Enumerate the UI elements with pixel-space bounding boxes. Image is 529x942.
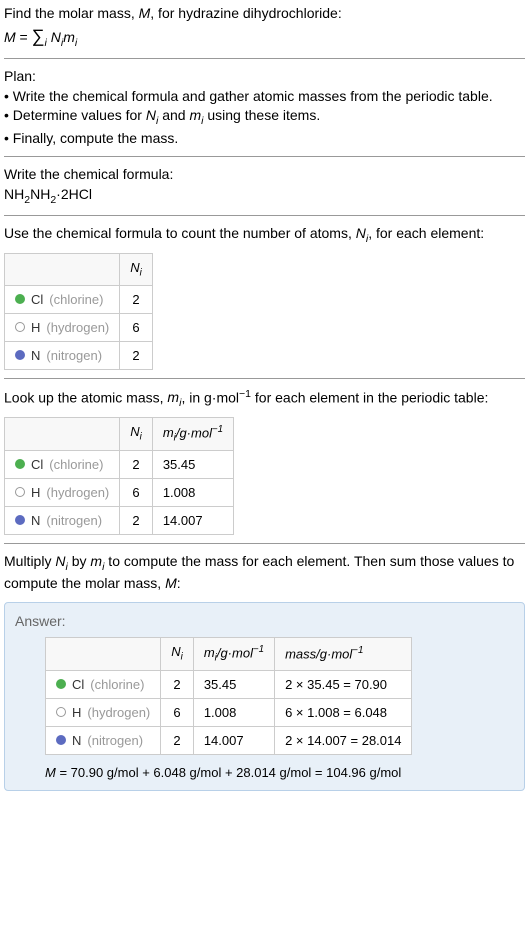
mi-cell: 1.008 xyxy=(193,698,274,726)
count-table: Ni Cl (chlorine) 2 H (hydrogen) 6 N (nit… xyxy=(4,253,153,370)
table-row: H (hydrogen) 6 xyxy=(5,313,153,341)
table-header-row: Ni xyxy=(5,253,153,285)
multiply-section: Multiply Ni by mi to compute the mass fo… xyxy=(4,552,525,594)
mass-cell: 2 × 35.45 = 70.90 xyxy=(275,670,412,698)
answer-box: Answer: Ni mi/g·mol−1 mass/g·mol−1 Cl (c… xyxy=(4,602,525,791)
ni-cell: 2 xyxy=(120,285,153,313)
table-header-empty xyxy=(5,417,120,450)
divider xyxy=(4,543,525,544)
divider xyxy=(4,58,525,59)
element-cell: H (hydrogen) xyxy=(46,698,161,726)
table-row: N (nitrogen) 2 xyxy=(5,341,153,369)
element-dot-icon xyxy=(15,459,25,469)
ni-cell: 2 xyxy=(161,670,194,698)
table-header-mi: mi/g·mol−1 xyxy=(152,417,233,450)
element-cell: Cl (chlorine) xyxy=(46,670,161,698)
table-header-mi: mi/g·mol−1 xyxy=(193,637,274,670)
table-row: N (nitrogen) 2 14.007 2 × 14.007 = 28.01… xyxy=(46,726,412,754)
mi-cell: 35.45 xyxy=(193,670,274,698)
table-header-ni: Ni xyxy=(161,637,194,670)
table-row: Cl (chlorine) 2 35.45 2 × 35.45 = 70.90 xyxy=(46,670,412,698)
element-dot-icon xyxy=(15,322,25,332)
divider xyxy=(4,378,525,379)
element-cell: H (hydrogen) xyxy=(5,478,120,506)
element-dot-icon xyxy=(15,515,25,525)
count-title: Use the chemical formula to count the nu… xyxy=(4,224,525,246)
table-header-ni: Ni xyxy=(120,253,153,285)
element-dot-icon xyxy=(15,294,25,304)
lookup-table: Ni mi/g·mol−1 Cl (chlorine) 2 35.45 H (h… xyxy=(4,417,234,535)
element-cell: N (nitrogen) xyxy=(5,506,120,534)
element-cell: Cl (chlorine) xyxy=(5,450,120,478)
mi-cell: 35.45 xyxy=(152,450,233,478)
intro-line: Find the molar mass, M, for hydrazine di… xyxy=(4,4,525,24)
mi-cell: 14.007 xyxy=(193,726,274,754)
plan-item: • Write the chemical formula and gather … xyxy=(4,87,525,107)
answer-label: Answer: xyxy=(15,613,514,629)
plan-section: Plan: • Write the chemical formula and g… xyxy=(4,67,525,148)
divider xyxy=(4,215,525,216)
plan-item: • Finally, compute the mass. xyxy=(4,129,525,149)
element-cell: N (nitrogen) xyxy=(46,726,161,754)
ni-cell: 2 xyxy=(120,341,153,369)
intro-formula: M = ∑i Nimi xyxy=(4,24,525,50)
element-dot-icon xyxy=(56,679,66,689)
table-row: Cl (chlorine) 2 xyxy=(5,285,153,313)
plan-item: • Determine values for Ni and mi using t… xyxy=(4,106,525,128)
element-dot-icon xyxy=(15,350,25,360)
divider xyxy=(4,156,525,157)
lookup-section: Look up the atomic mass, mi, in g·mol−1 … xyxy=(4,387,525,535)
chemical-formula: NH2NH2·2HCl xyxy=(4,185,525,207)
intro-section: Find the molar mass, M, for hydrazine di… xyxy=(4,4,525,50)
ni-cell: 6 xyxy=(120,478,153,506)
table-header-empty xyxy=(46,637,161,670)
table-header-row: Ni mi/g·mol−1 xyxy=(5,417,234,450)
element-cell: H (hydrogen) xyxy=(5,313,120,341)
element-cell: N (nitrogen) xyxy=(5,341,120,369)
table-header-mass: mass/g·mol−1 xyxy=(275,637,412,670)
lookup-title: Look up the atomic mass, mi, in g·mol−1 … xyxy=(4,387,525,411)
mi-cell: 1.008 xyxy=(152,478,233,506)
multiply-text: Multiply Ni by mi to compute the mass fo… xyxy=(4,552,525,594)
table-header-row: Ni mi/g·mol−1 mass/g·mol−1 xyxy=(46,637,412,670)
formula-title: Write the chemical formula: xyxy=(4,165,525,185)
count-section: Use the chemical formula to count the nu… xyxy=(4,224,525,369)
mass-cell: 2 × 14.007 = 28.014 xyxy=(275,726,412,754)
element-dot-icon xyxy=(15,487,25,497)
final-answer: M = 70.90 g/mol + 6.048 g/mol + 28.014 g… xyxy=(45,765,514,780)
ni-cell: 2 xyxy=(120,450,153,478)
element-cell: Cl (chlorine) xyxy=(5,285,120,313)
ni-cell: 2 xyxy=(120,506,153,534)
ni-cell: 2 xyxy=(161,726,194,754)
table-row: Cl (chlorine) 2 35.45 xyxy=(5,450,234,478)
table-row: N (nitrogen) 2 14.007 xyxy=(5,506,234,534)
element-dot-icon xyxy=(56,707,66,717)
mass-cell: 6 × 1.008 = 6.048 xyxy=(275,698,412,726)
formula-section: Write the chemical formula: NH2NH2·2HCl xyxy=(4,165,525,207)
table-row: H (hydrogen) 6 1.008 6 × 1.008 = 6.048 xyxy=(46,698,412,726)
table-header-ni: Ni xyxy=(120,417,153,450)
ni-cell: 6 xyxy=(161,698,194,726)
element-dot-icon xyxy=(56,735,66,745)
table-header-empty xyxy=(5,253,120,285)
mi-cell: 14.007 xyxy=(152,506,233,534)
ni-cell: 6 xyxy=(120,313,153,341)
table-row: H (hydrogen) 6 1.008 xyxy=(5,478,234,506)
answer-table: Ni mi/g·mol−1 mass/g·mol−1 Cl (chlorine)… xyxy=(45,637,412,755)
plan-title: Plan: xyxy=(4,67,525,87)
